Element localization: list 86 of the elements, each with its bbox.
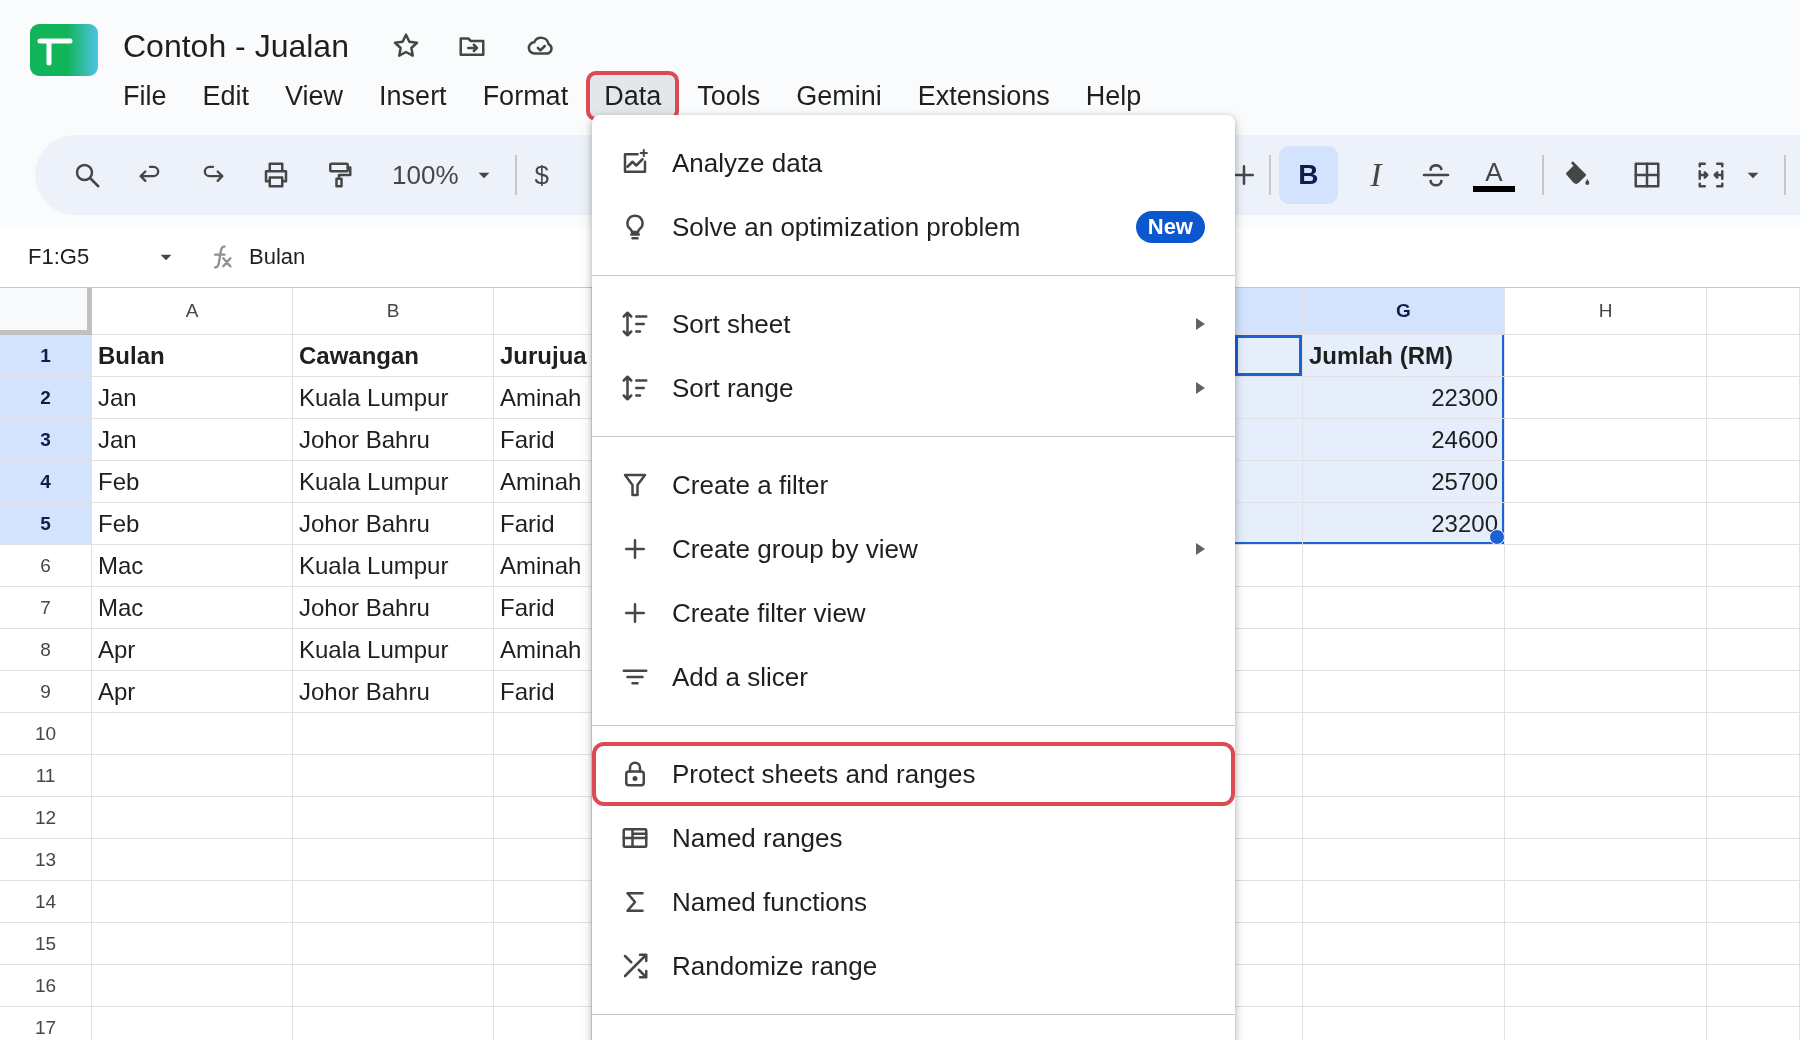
- menu-bar-item[interactable]: View: [267, 71, 362, 121]
- cell-text: Jurujua: [500, 341, 587, 370]
- row-number[interactable]: 4: [0, 461, 92, 503]
- text-color-button[interactable]: A: [1471, 158, 1516, 192]
- cell-text: Kuala Lumpur: [299, 635, 449, 664]
- row-number[interactable]: 16: [0, 965, 92, 1007]
- cell-text: Apr: [98, 677, 136, 706]
- cell-text: Jan: [98, 425, 137, 454]
- column-header[interactable]: G: [1303, 288, 1505, 335]
- sort-icon[interactable]: [620, 309, 650, 339]
- menu-item[interactable]: Create group by view: [592, 517, 1235, 581]
- cell-text: Jan: [98, 383, 137, 412]
- row-number[interactable]: 8: [0, 629, 92, 671]
- cell-text: Aminah: [500, 551, 582, 580]
- cell-text: Mac: [98, 551, 144, 580]
- cell-text: Apr: [98, 635, 136, 664]
- cell-text: Johor Bahru: [299, 425, 430, 454]
- cell-text: 25700: [1431, 467, 1498, 496]
- cell-text: Aminah: [500, 467, 582, 496]
- formula-input[interactable]: Bulan: [249, 244, 306, 270]
- menu-bar-item[interactable]: Insert: [361, 71, 465, 121]
- row-number[interactable]: 2: [0, 377, 92, 419]
- cell-text: Johor Bahru: [299, 677, 430, 706]
- menu-item[interactable]: Named ranges: [592, 806, 1235, 870]
- menu-bar-item[interactable]: Edit: [184, 71, 268, 121]
- cell-text: 23200: [1431, 509, 1498, 538]
- menu-bar-item[interactable]: Format: [464, 71, 587, 121]
- document-title[interactable]: Contoh - Jualan: [123, 27, 349, 65]
- row-number[interactable]: 5: [0, 503, 92, 545]
- menu-item[interactable]: Analyze data: [592, 131, 1235, 195]
- cell-text: Johor Bahru: [299, 509, 430, 538]
- submenu-arrow-icon: [1196, 318, 1205, 330]
- row-number[interactable]: 14: [0, 881, 92, 923]
- cell-text: Farid: [500, 677, 555, 706]
- submenu-arrow-icon: [1196, 382, 1205, 394]
- menu-item[interactable]: Named functions: [592, 870, 1235, 934]
- row-number[interactable]: 11: [0, 755, 92, 797]
- cell-text: Farid: [500, 509, 555, 538]
- menu-item[interactable]: Create a filter: [592, 453, 1235, 517]
- row-number[interactable]: 3: [0, 419, 92, 461]
- cell-text: Kuala Lumpur: [299, 467, 449, 496]
- submenu-arrow-icon: [1196, 543, 1205, 555]
- menu-item[interactable]: Solve an optimization problem New: [592, 195, 1235, 259]
- row-number[interactable]: 6: [0, 545, 92, 587]
- sort-icon[interactable]: [620, 373, 650, 403]
- italic-button[interactable]: I: [1355, 156, 1396, 194]
- cell-text: Aminah: [500, 383, 582, 412]
- cell-text: Bulan: [98, 341, 165, 370]
- cell-text: 22300: [1431, 383, 1498, 412]
- cell-text: 24600: [1431, 425, 1498, 454]
- row-number[interactable]: 15: [0, 923, 92, 965]
- currency-format-button[interactable]: $: [534, 159, 549, 191]
- row-number[interactable]: 7: [0, 587, 92, 629]
- menu-item[interactable]: Create filter view: [592, 581, 1235, 645]
- menu-bar-item[interactable]: File: [105, 71, 185, 121]
- row-number[interactable]: 17: [0, 1007, 92, 1040]
- cell-text: Farid: [500, 425, 555, 454]
- cell-text: Kuala Lumpur: [299, 383, 449, 412]
- menu-item[interactable]: Protect sheets and ranges: [592, 742, 1235, 806]
- row-number[interactable]: 13: [0, 839, 92, 881]
- cell-text: Feb: [98, 509, 140, 538]
- menu-item[interactable]: Sort sheet: [592, 292, 1235, 356]
- row-number[interactable]: 12: [0, 797, 92, 839]
- menu-item[interactable]: Add a slicer: [592, 645, 1235, 709]
- column-header[interactable]: H: [1505, 288, 1707, 335]
- cell-text: Mac: [98, 593, 144, 622]
- bold-button[interactable]: B: [1278, 146, 1338, 204]
- zoom-level[interactable]: 100%: [392, 159, 459, 191]
- table-cell: [1235, 755, 1303, 797]
- sheets-logo-icon[interactable]: [30, 24, 98, 76]
- name-box[interactable]: F1:G5: [28, 244, 153, 270]
- cell-text: Johor Bahru: [299, 593, 430, 622]
- cell-text: Farid: [500, 593, 555, 622]
- cell-text: Aminah: [500, 635, 582, 664]
- new-badge: New: [1135, 211, 1205, 243]
- row-number[interactable]: 9: [0, 671, 92, 713]
- menu-item[interactable]: Sort range: [592, 356, 1235, 420]
- column-header[interactable]: B: [293, 288, 494, 335]
- column-header[interactable]: A: [92, 288, 293, 335]
- row-number[interactable]: 1: [0, 335, 92, 377]
- menu-item[interactable]: Randomize range: [592, 934, 1235, 998]
- cell-text: Jumlah (RM): [1309, 341, 1453, 370]
- cell-text: Feb: [98, 467, 140, 496]
- cell-text: Cawangan: [299, 341, 420, 370]
- cell-text: Kuala Lumpur: [299, 551, 449, 580]
- row-number[interactable]: 10: [0, 713, 92, 755]
